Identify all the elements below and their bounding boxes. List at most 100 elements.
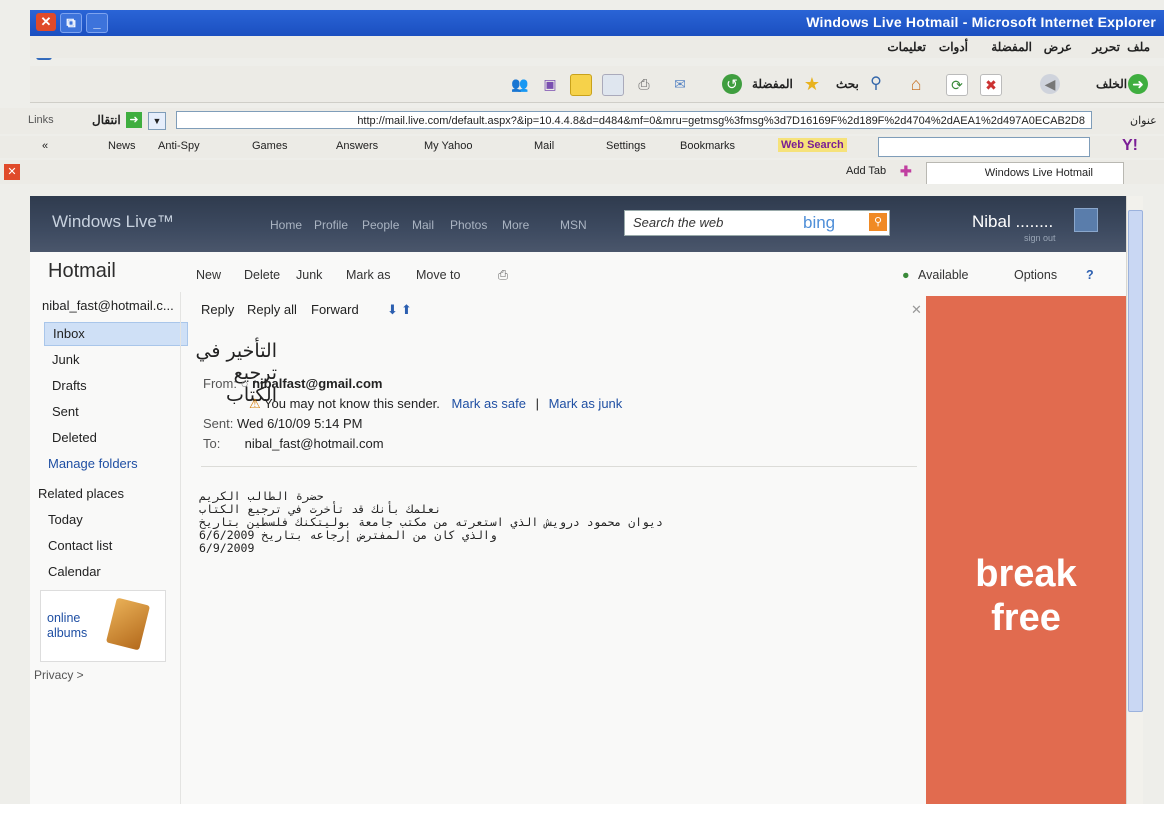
menu-edit[interactable]: تحرير bbox=[1092, 40, 1120, 54]
link-bookmarks[interactable]: Bookmarks bbox=[680, 140, 735, 152]
menu-view[interactable]: عرض bbox=[1044, 40, 1072, 54]
window-title: Windows Live Hotmail - Microsoft Interne… bbox=[806, 14, 1156, 30]
refresh-icon[interactable]: ⟳ bbox=[946, 74, 968, 96]
windows-live-logo[interactable]: Windows Live™ bbox=[52, 212, 174, 232]
avatar[interactable] bbox=[1074, 208, 1098, 232]
links-label[interactable]: Links bbox=[28, 114, 54, 126]
nav-profile[interactable]: Profile bbox=[314, 218, 348, 232]
messenger-icon[interactable]: 👥 bbox=[510, 74, 530, 94]
address-dropdown-icon[interactable]: ▼ bbox=[148, 112, 166, 130]
nav-home[interactable]: Home bbox=[270, 218, 302, 232]
warning-separator: | bbox=[535, 396, 539, 411]
search-icon[interactable]: ⚲ bbox=[866, 74, 886, 94]
to-row: To: nibal_fast@hotmail.com bbox=[203, 436, 384, 451]
discuss-icon[interactable] bbox=[570, 74, 592, 96]
menu-file[interactable]: ملف bbox=[1127, 40, 1150, 54]
reply-all-button[interactable]: Reply all bbox=[247, 302, 297, 317]
status-available[interactable]: Available bbox=[918, 268, 969, 282]
search-button-icon[interactable]: ⚲ bbox=[869, 213, 887, 231]
folder-inbox[interactable]: Inbox bbox=[44, 322, 188, 346]
related-today[interactable]: Today bbox=[48, 512, 83, 527]
next-message-icon[interactable]: ⬇ bbox=[387, 302, 398, 318]
contact-status-icon: ○ bbox=[240, 376, 249, 391]
advertisement[interactable]: break free bbox=[926, 296, 1126, 804]
link-mail[interactable]: Mail bbox=[534, 140, 554, 152]
restore-window-button[interactable]: ⧉ bbox=[60, 13, 82, 33]
nav-more[interactable]: More bbox=[502, 218, 529, 232]
mark-as-button[interactable]: Mark as bbox=[346, 268, 390, 282]
options-button[interactable]: Options bbox=[1014, 268, 1057, 282]
from-address[interactable]: nibalfast@gmail.com bbox=[252, 376, 382, 391]
manage-folders-link[interactable]: Manage folders bbox=[48, 456, 138, 471]
stop-icon[interactable]: ✖ bbox=[980, 74, 1002, 96]
folder-junk[interactable]: Junk bbox=[52, 352, 79, 367]
delete-button[interactable]: Delete bbox=[244, 268, 280, 282]
favorites-star-icon[interactable]: ★ bbox=[802, 74, 822, 94]
sign-out-link[interactable]: sign out bbox=[1024, 233, 1056, 243]
edit-icon[interactable] bbox=[602, 74, 624, 96]
link-news[interactable]: News bbox=[108, 140, 136, 152]
link-anti-spy[interactable]: Anti-Spy bbox=[158, 140, 200, 152]
link-games[interactable]: Games bbox=[252, 140, 287, 152]
favorites-label[interactable]: المفضلة bbox=[752, 77, 793, 91]
go-label[interactable]: انتقال bbox=[92, 113, 121, 127]
home-icon[interactable]: ⌂ bbox=[906, 74, 926, 94]
research-icon[interactable]: ▣ bbox=[540, 74, 560, 94]
tab-bar: ✕ Add Tab ✚ Windows Live Hotmail bbox=[0, 160, 1164, 184]
link-my-yahoo[interactable]: My Yahoo bbox=[424, 140, 473, 152]
new-button[interactable]: New bbox=[196, 268, 221, 282]
minimize-window-button[interactable]: _ bbox=[86, 13, 108, 33]
junk-button[interactable]: Junk bbox=[296, 268, 322, 282]
back-label[interactable]: الخلف bbox=[1096, 77, 1127, 91]
menu-tools[interactable]: أدوات bbox=[939, 40, 968, 54]
mail-icon[interactable]: ✉ bbox=[670, 74, 690, 94]
online-albums-link[interactable]: online albums bbox=[40, 590, 166, 662]
toolbar-overflow-icon[interactable]: « bbox=[42, 140, 48, 152]
address-input[interactable]: http://mail.live.com/default.aspx?&ip=10… bbox=[176, 111, 1092, 129]
privacy-link[interactable]: Privacy > bbox=[34, 668, 84, 682]
menu-help[interactable]: تعليمات bbox=[887, 40, 926, 54]
link-settings[interactable]: Settings bbox=[606, 140, 646, 152]
web-search-box[interactable]: Search the web bing ⚲ bbox=[624, 210, 890, 236]
add-tab-button[interactable]: Add Tab bbox=[846, 165, 886, 177]
scrollbar-thumb[interactable] bbox=[1128, 210, 1143, 712]
mark-as-safe-link[interactable]: Mark as safe bbox=[452, 396, 526, 411]
related-contact-list[interactable]: Contact list bbox=[48, 538, 112, 553]
go-arrow-icon[interactable]: ➜ bbox=[126, 112, 142, 128]
forward-arrow-icon[interactable]: ◀ bbox=[1040, 74, 1060, 94]
reply-button[interactable]: Reply bbox=[201, 302, 234, 317]
nav-photos[interactable]: Photos bbox=[450, 218, 487, 232]
folder-drafts[interactable]: Drafts bbox=[52, 378, 87, 393]
account-name[interactable]: nibal_fast@hotmail.c... bbox=[42, 298, 174, 313]
user-name[interactable]: Nibal ........ bbox=[972, 212, 1053, 232]
tab-windows-live-hotmail[interactable]: Windows Live Hotmail bbox=[926, 162, 1124, 184]
nav-msn[interactable]: MSN bbox=[560, 218, 587, 232]
print-icon[interactable]: ⎙ bbox=[634, 74, 654, 94]
mark-as-junk-link[interactable]: Mark as junk bbox=[549, 396, 623, 411]
nav-mail[interactable]: Mail bbox=[412, 218, 434, 232]
nav-people[interactable]: People bbox=[362, 218, 399, 232]
help-icon[interactable]: ? bbox=[1086, 268, 1094, 282]
web-search-input[interactable] bbox=[878, 137, 1090, 157]
folder-deleted[interactable]: Deleted bbox=[52, 430, 97, 445]
link-answers[interactable]: Answers bbox=[336, 140, 378, 152]
menu-favorites[interactable]: المفضلة bbox=[991, 40, 1032, 54]
move-to-button[interactable]: Move to bbox=[416, 268, 460, 282]
yahoo-logo-icon[interactable]: Y! bbox=[1122, 137, 1138, 155]
close-window-button[interactable]: ✕ bbox=[36, 13, 56, 31]
previous-message-icon[interactable]: ⬆ bbox=[401, 302, 412, 318]
folder-sent[interactable]: Sent bbox=[52, 404, 79, 419]
back-arrow-icon[interactable]: ➜ bbox=[1128, 74, 1148, 94]
web-search-button[interactable]: Web Search bbox=[778, 138, 847, 152]
close-toolbar-icon[interactable]: ✕ bbox=[4, 164, 20, 180]
hotmail-brand[interactable]: Hotmail bbox=[48, 260, 116, 283]
search-label[interactable]: بحث bbox=[836, 77, 859, 91]
related-calendar[interactable]: Calendar bbox=[48, 564, 101, 579]
menu-bar: ملف تحرير عرض المفضلة أدوات تعليمات bbox=[30, 36, 1164, 58]
close-pane-icon[interactable]: ✕ bbox=[911, 302, 922, 318]
add-tab-plus-icon[interactable]: ✚ bbox=[900, 163, 912, 180]
print-icon[interactable]: ⎙ bbox=[498, 268, 508, 283]
vertical-scrollbar[interactable]: ▼ bbox=[1126, 196, 1143, 826]
forward-button[interactable]: Forward bbox=[311, 302, 359, 317]
history-icon[interactable]: ↺ bbox=[722, 74, 742, 94]
